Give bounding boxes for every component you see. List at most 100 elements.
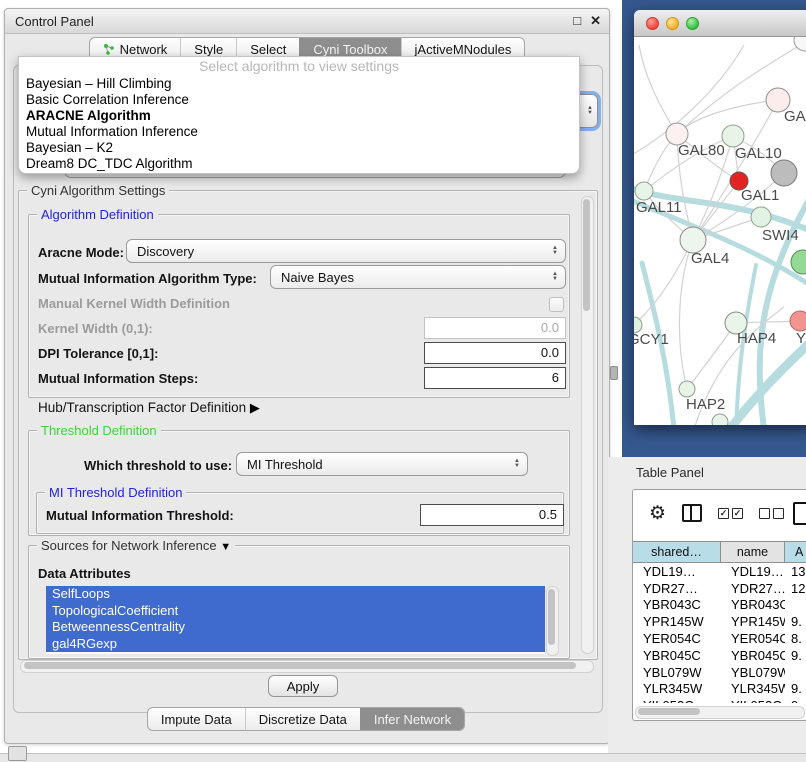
network-view-window: GALGAL80GAL10GAL1GAL11SWI4GAL4GCY1HAP4YH… [634, 10, 806, 425]
mi-steps-label: Mutual Information Steps: [38, 371, 198, 386]
table-cell: YLR345W [721, 681, 785, 696]
sources-title-label: Sources for Network Inference [41, 538, 217, 553]
tab-label: Select [250, 42, 286, 57]
bottom-tab-row: Impute Data Discretize Data Infer Network [4, 707, 608, 731]
hub-definition-toggle[interactable]: Hub/Transcription Factor Definition ▶ [38, 400, 260, 416]
apply-button[interactable]: Apply [268, 675, 338, 697]
table-cell: YBL079W [633, 665, 721, 680]
manual-kernel-checkbox[interactable] [549, 297, 564, 312]
network-window-titlebar [634, 10, 806, 37]
threshold-definition-title: Threshold Definition [37, 423, 161, 438]
expand-right-icon: ▶ [250, 400, 260, 415]
dropdown-item-bayesian-k2[interactable]: Bayesian – K2 [19, 140, 579, 156]
aracne-mode-select[interactable]: Discovery ▲▼ [126, 239, 566, 263]
network-node-gal10[interactable] [722, 125, 744, 147]
table-cell: 12 [785, 581, 806, 596]
stepper-icon: ▲▼ [514, 459, 520, 469]
table-row[interactable]: YPR145WYPR145W9. [633, 613, 806, 630]
mi-type-value: Naive Bayes [281, 270, 354, 285]
zoom-traffic-light-icon[interactable] [686, 17, 699, 30]
dropdown-item-bayesian-hill-climbing[interactable]: Bayesian – Hill Climbing [19, 76, 579, 92]
table-row[interactable]: YIL052CYIL052C9. [633, 697, 806, 703]
dpi-tolerance-field[interactable]: 0.0 [424, 342, 566, 364]
table-row[interactable]: YBL079WYBL079W [633, 664, 806, 681]
table-cell: YER054C [721, 631, 785, 646]
table-row[interactable]: YER054CYER054C8. [633, 630, 806, 647]
table-cell: 9. [785, 614, 806, 629]
attributes-scrollbar[interactable] [546, 586, 559, 656]
table-cell: YDR27… [721, 581, 785, 596]
network-node-gal11[interactable] [635, 182, 653, 200]
screenshot-root: Control Panel □ ✕ NetworkStyleSelectCyni… [0, 0, 806, 762]
settings-group-title: Cyni Algorithm Settings [27, 183, 169, 198]
minimize-traffic-light-icon[interactable] [666, 17, 679, 30]
deselect-all-checkboxes-icon[interactable] [759, 508, 784, 519]
network-node[interactable] [712, 414, 728, 425]
settings-vertical-scrollbar[interactable] [581, 196, 594, 654]
column-header-name[interactable]: name [721, 541, 785, 563]
settings-horizontal-scrollbar[interactable] [20, 660, 594, 673]
dropdown-item-mutual-information-inference[interactable]: Mutual Information Inference [19, 124, 579, 140]
float-window-icon[interactable]: □ [573, 9, 581, 33]
table-horizontal-scrollbar[interactable] [635, 706, 805, 719]
table-row[interactable]: YBR043CYBR043C [633, 597, 806, 614]
mi-steps-field[interactable]: 6 [424, 367, 566, 389]
gear-icon[interactable]: ⚙ [649, 504, 666, 523]
tab-discretize-data[interactable]: Discretize Data [245, 708, 360, 730]
network-node[interactable] [771, 160, 797, 186]
data-attributes-list[interactable]: SelfLoopsTopologicalCoefficientBetweenne… [46, 586, 545, 654]
document-icon[interactable] [793, 502, 806, 525]
kernel-width-field[interactable]: 0.0 [424, 317, 566, 339]
table-cell: YIL052C [721, 698, 785, 703]
column-header-shared[interactable]: shared… [633, 541, 721, 563]
tab-infer-network[interactable]: Infer Network [360, 708, 464, 730]
table-row[interactable]: YBR045CYBR045C9. [633, 647, 806, 664]
bottom-tabbar: Impute Data Discretize Data Infer Network [147, 707, 465, 731]
close-icon[interactable]: ✕ [590, 9, 601, 33]
which-threshold-select[interactable]: MI Threshold ▲▼ [236, 452, 528, 476]
table-cell: YBR045C [633, 648, 721, 663]
table-row[interactable]: YDR27…YDR27…12 [633, 580, 806, 597]
dropdown-item-basic-correlation-inference[interactable]: Basic Correlation Inference [19, 92, 579, 108]
dock-panel-icon[interactable] [8, 746, 27, 761]
table-panel-window: ⚙ ✓✓ shared…nameA YDL19…YDL19…13YDR27…YD… [632, 489, 806, 721]
panel-splitter-handle[interactable] [610, 366, 618, 380]
table-row[interactable]: YLR345WYLR345W9. [633, 681, 806, 698]
table-rows: YDL19…YDL19…13YDR27…YDR27…12YBR043CYBR04… [633, 563, 806, 703]
network-node[interactable] [791, 250, 806, 274]
network-node-hap2[interactable] [679, 381, 695, 397]
table-cell: YLR345W [633, 681, 721, 696]
table-cell: YPR145W [721, 614, 785, 629]
network-canvas[interactable]: GALGAL80GAL10GAL1GAL11SWI4GAL4GCY1HAP4YH… [634, 37, 806, 425]
table-panel-title: Table Panel [636, 465, 704, 480]
attribute-item-selfloops[interactable]: SelfLoops [46, 586, 545, 603]
network-node-swi4[interactable] [751, 207, 771, 227]
attribute-item-gal4rgexp[interactable]: gal4RGexp [46, 636, 545, 653]
table-cell: YDL19… [633, 564, 721, 579]
table-row[interactable]: YDL19…YDL19…13 [633, 563, 806, 580]
tab-label: Discretize Data [259, 712, 347, 727]
sources-group-title[interactable]: Sources for Network Inference ▼ [37, 538, 235, 553]
mi-threshold-field[interactable]: 0.5 [420, 504, 564, 526]
close-traffic-light-icon[interactable] [646, 17, 659, 30]
tab-impute-data[interactable]: Impute Data [148, 708, 245, 730]
dropdown-item-aracne-algorithm[interactable]: ARACNE Algorithm [19, 108, 579, 124]
node-label-gal4: GAL4 [691, 250, 729, 267]
mi-type-select[interactable]: Naive Bayes ▲▼ [270, 265, 566, 289]
column-header-A[interactable]: A [785, 541, 806, 563]
table-cell: 13 [785, 564, 806, 579]
attribute-item-topologicalcoefficient[interactable]: TopologicalCoefficient [46, 603, 545, 620]
network-node-y[interactable] [790, 311, 806, 331]
tab-label: Infer Network [374, 712, 451, 727]
attribute-item-betweennesscentrality[interactable]: BetweennessCentrality [46, 619, 545, 636]
control-panel-titlebar: Control Panel □ ✕ [5, 9, 609, 34]
aracne-mode-value: Discovery [137, 244, 194, 259]
columns-icon[interactable] [682, 504, 702, 522]
node-label-gal10: GAL10 [735, 145, 782, 162]
algorithm-definition-title: Algorithm Definition [37, 207, 158, 222]
select-all-checkboxes-icon[interactable]: ✓✓ [718, 508, 743, 519]
which-threshold-value: MI Threshold [247, 457, 323, 472]
stepper-icon: ▲▼ [552, 272, 558, 282]
dropdown-item-dream8-dc-tdc-algorithm[interactable]: Dream8 DC_TDC Algorithm [19, 156, 579, 172]
network-node[interactable] [794, 37, 806, 51]
